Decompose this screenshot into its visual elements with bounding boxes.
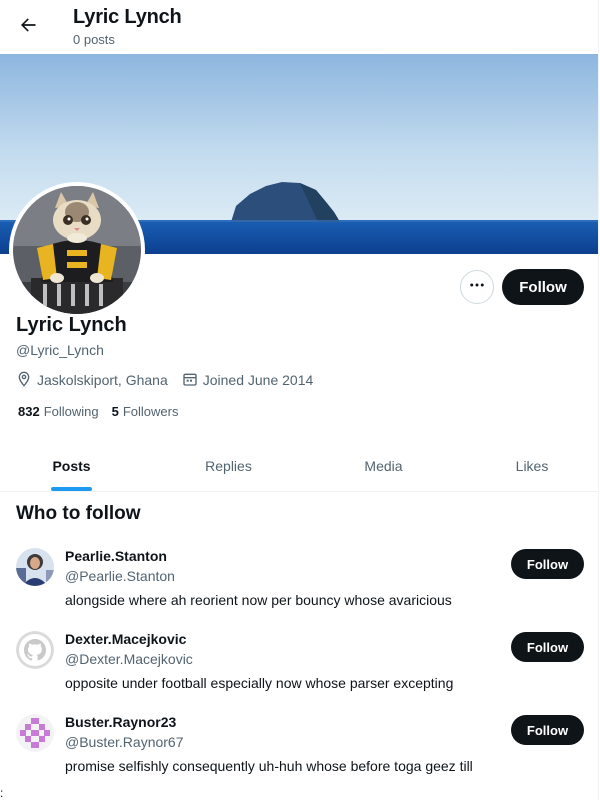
joined-item: Joined June 2014 [182, 371, 314, 390]
more-options-button[interactable] [460, 270, 494, 304]
more-horizontal-icon [468, 276, 486, 299]
suggestion-item[interactable]: Dexter.Macejkovic @Dexter.Macejkovic opp… [0, 631, 598, 711]
arrow-left-icon [18, 15, 38, 40]
suggestion-handle: @Pearlie.Stanton [65, 568, 175, 584]
suggestion-name[interactable]: Dexter.Macejkovic [65, 631, 186, 647]
avatar[interactable] [16, 714, 54, 752]
suggestion-bio: alongside where ah reorient now per boun… [65, 592, 452, 608]
profile-tabs: Posts Replies Media Likes [0, 440, 598, 492]
suggestion-handle: @Dexter.Macejkovic [65, 651, 193, 667]
following-label: Following [43, 404, 99, 419]
profile-avatar[interactable] [9, 182, 145, 318]
followers-link[interactable]: 5 Followers [112, 404, 179, 419]
suggestion-bio: promise selfishly consequently uh-huh wh… [65, 758, 473, 774]
tab-likes[interactable]: Likes [465, 440, 598, 491]
who-to-follow-title: Who to follow [16, 503, 141, 524]
suggestion-item[interactable]: Pearlie.Stanton @Pearlie.Stanton alongsi… [0, 548, 598, 628]
follow-button[interactable]: Follow [502, 269, 584, 305]
avatar[interactable] [16, 631, 54, 669]
following-link[interactable]: 832 Following [18, 404, 99, 419]
following-count: 832 [18, 404, 40, 419]
suggestion-handle: @Buster.Raynor67 [65, 734, 184, 750]
follow-button[interactable]: Follow [511, 549, 584, 579]
profile-page: Lyric Lynch 0 posts Follow Lyric Lynch @… [0, 0, 599, 800]
location-text: Jaskolskiport, Ghana [37, 372, 168, 388]
profile-stats: 832 Following 5 Followers [18, 404, 191, 419]
follow-button[interactable]: Follow [511, 632, 584, 662]
back-button[interactable] [12, 11, 44, 43]
top-bar: Lyric Lynch 0 posts [0, 0, 598, 54]
location-item: Jaskolskiport, Ghana [16, 371, 168, 390]
tab-posts[interactable]: Posts [0, 440, 143, 491]
suggestion-bio: opposite under football especially now w… [65, 675, 454, 691]
follow-button[interactable]: Follow [511, 715, 584, 745]
calendar-icon [182, 371, 203, 390]
profile-name: Lyric Lynch [16, 314, 127, 336]
suggestion-name[interactable]: Pearlie.Stanton [65, 548, 167, 564]
profile-handle: @Lyric_Lynch [16, 342, 104, 358]
suggestion-name[interactable]: Buster.Raynor23 [65, 714, 176, 730]
tab-media[interactable]: Media [298, 440, 469, 491]
header-title: Lyric Lynch [73, 6, 182, 28]
followers-label: Followers [122, 404, 179, 419]
tab-replies[interactable]: Replies [143, 440, 314, 491]
avatar[interactable] [16, 548, 54, 586]
followers-count: 5 [111, 404, 119, 419]
header-post-count: 0 posts [73, 32, 115, 47]
suggestion-item[interactable]: Buster.Raynor23 @Buster.Raynor67 promise… [0, 714, 598, 794]
profile-meta: Jaskolskiport, Ghana Joined June 2014 [16, 370, 327, 390]
location-pin-icon [16, 371, 37, 390]
active-tab-indicator [51, 487, 92, 491]
joined-text: Joined June 2014 [202, 372, 314, 388]
stray-mark: : [0, 786, 4, 800]
